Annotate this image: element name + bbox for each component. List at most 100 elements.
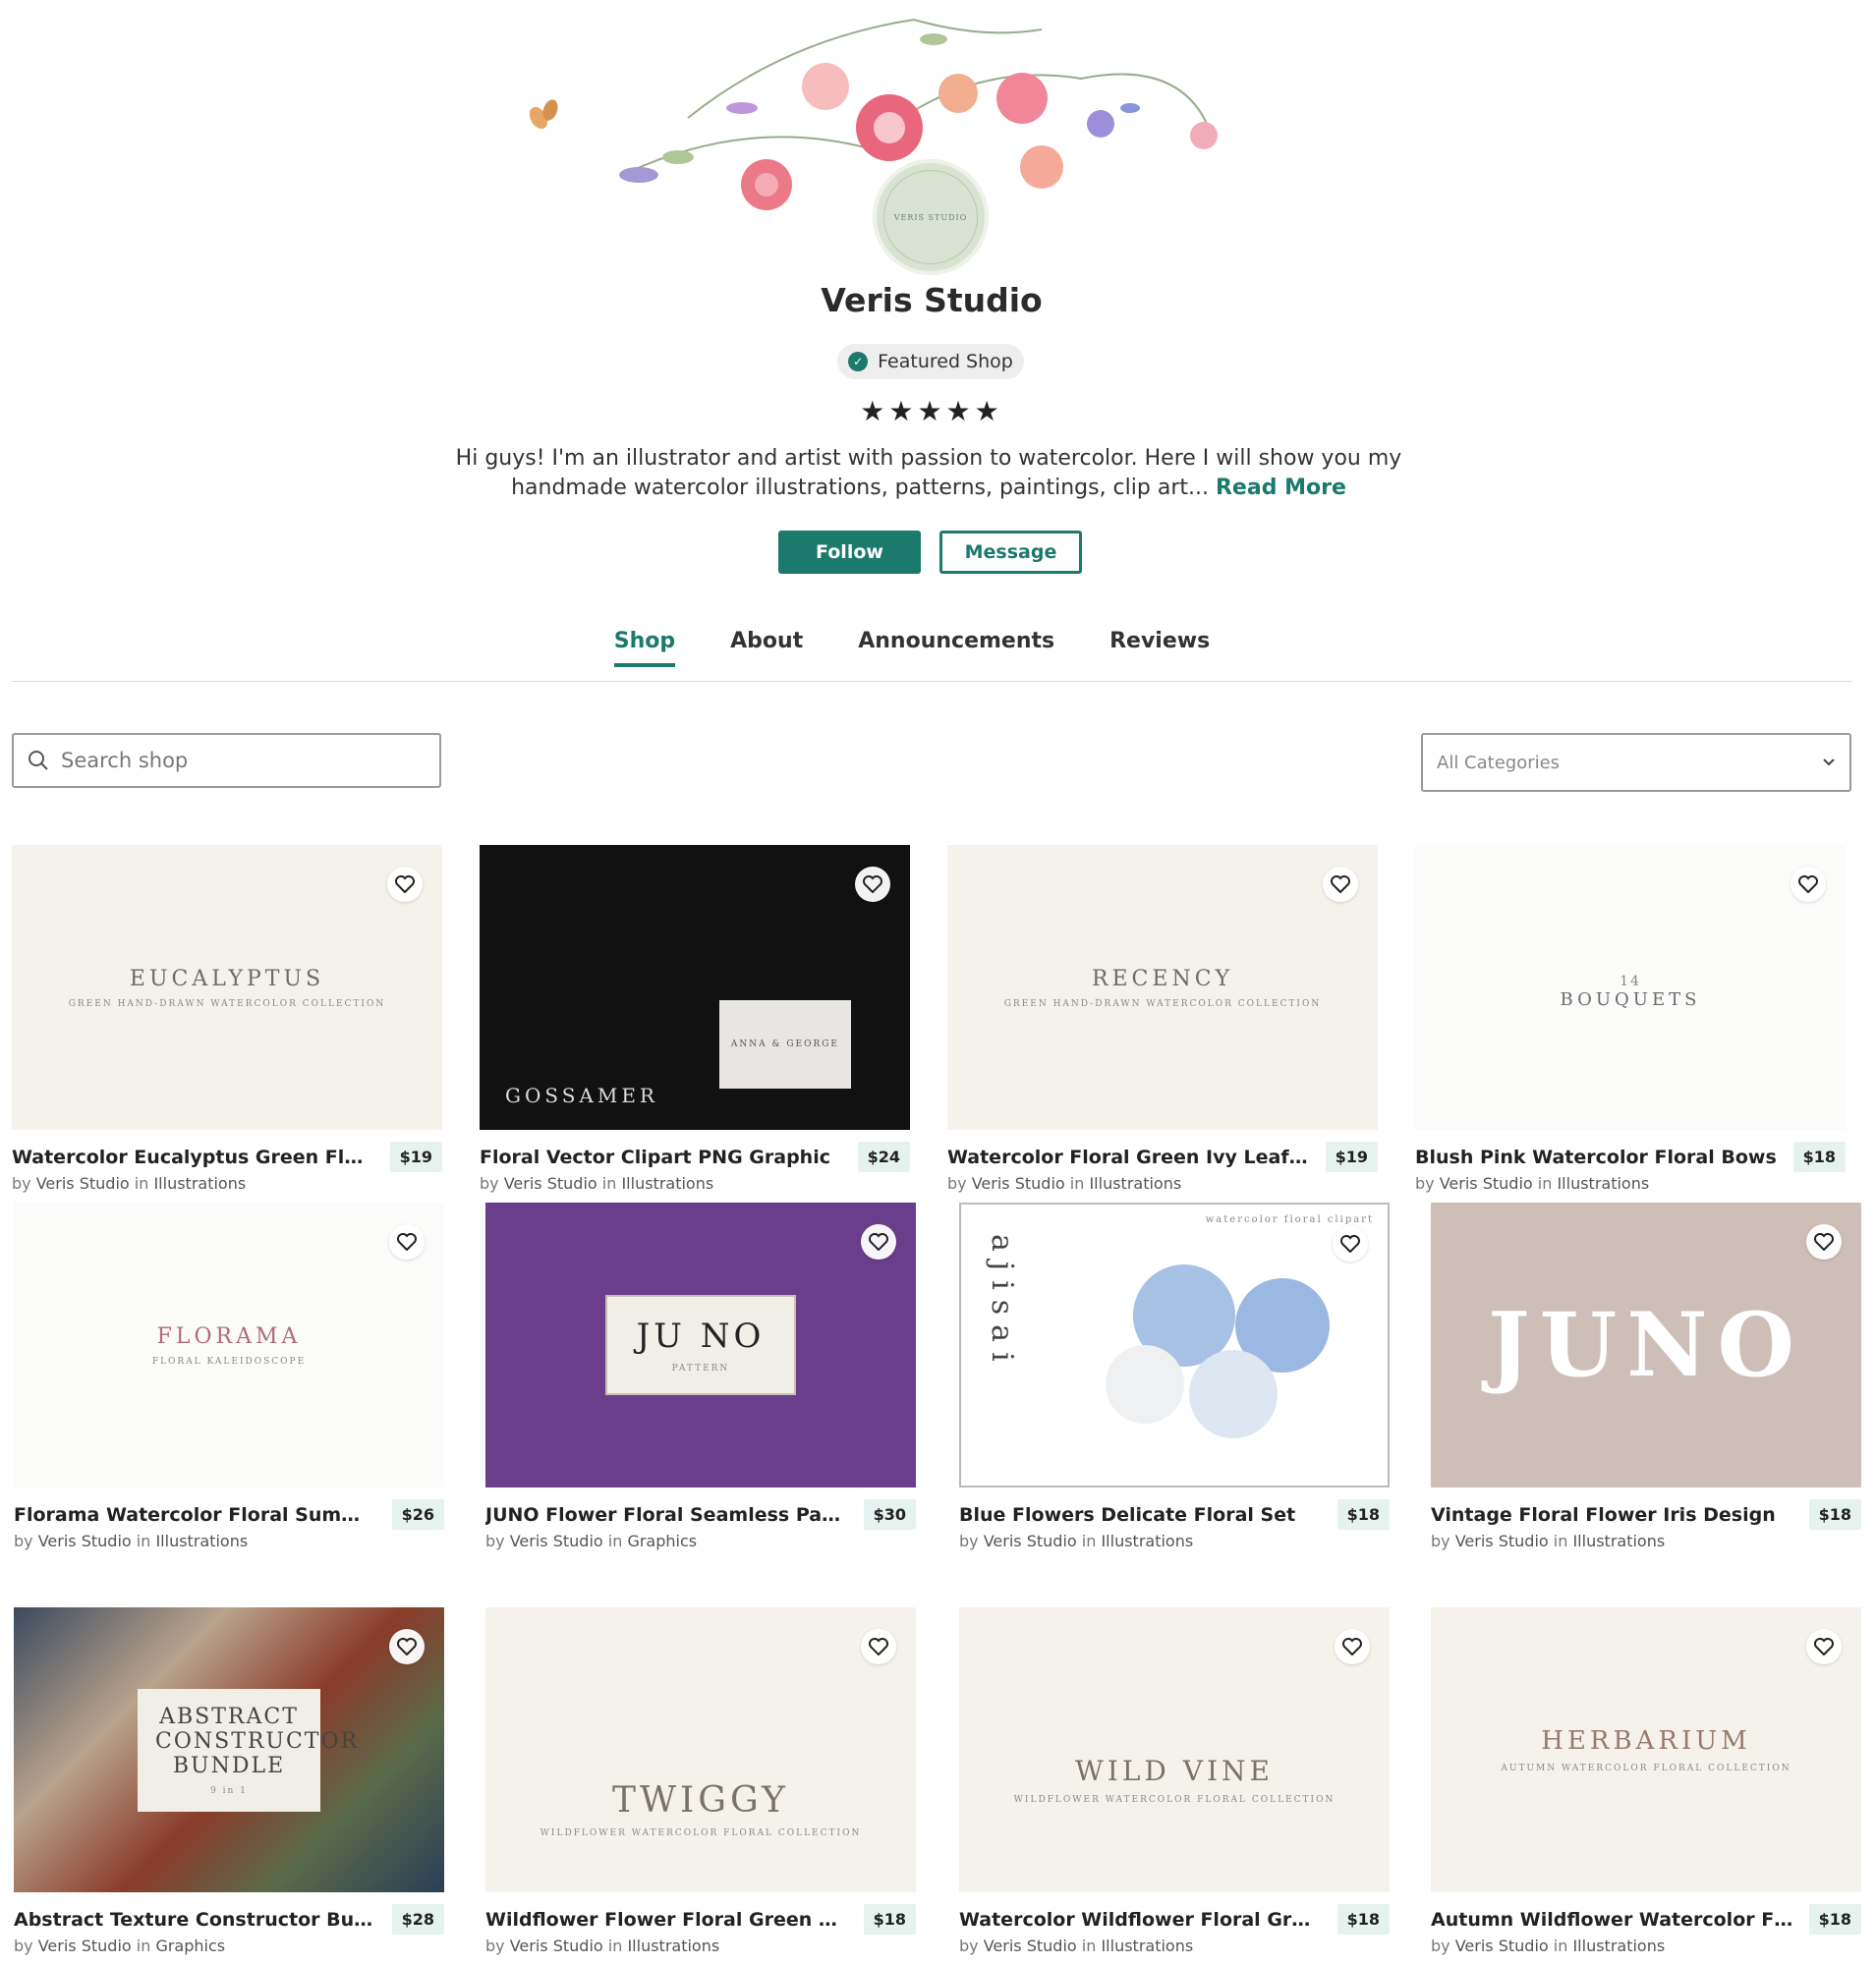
product-image[interactable]: HERBARIUM AUTUMN WATERCOLOR FLORAL COLLE… [1431,1607,1861,1892]
tab-shop[interactable]: Shop [613,629,676,667]
product-title[interactable]: Vintage Floral Flower Iris Design [1431,1504,1776,1526]
product-meta: by Veris Studio in Graphics [485,1532,916,1550]
shop-avatar[interactable]: VERIS STUDIO [873,159,989,275]
product-card[interactable]: JU NO PATTERN JUNO Flower Floral Seamles… [485,1203,916,1550]
product-author[interactable]: Veris Studio [1455,1532,1549,1550]
product-image[interactable]: ABSTRACT CONSTRUCTOR BUNDLE 9 in 1 [14,1607,444,1892]
favorite-heart-icon[interactable] [1335,1629,1370,1664]
product-card[interactable]: RECENCY GREEN HAND-DRAWN WATERCOLOR COLL… [947,845,1378,1193]
favorite-heart-icon[interactable] [387,867,423,902]
product-author[interactable]: Veris Studio [36,1174,130,1193]
favorite-heart-icon[interactable] [855,867,890,902]
product-category[interactable]: Illustrations [153,1174,246,1193]
product-price: $30 [863,1499,916,1530]
favorite-heart-icon[interactable] [1791,867,1826,902]
product-card[interactable]: FLORAMA FLORAL KALEIDOSCOPE Florama Wate… [14,1203,444,1550]
follow-button[interactable]: Follow [778,531,921,574]
product-author[interactable]: Veris Studio [510,1937,603,1955]
rating-stars[interactable]: ★★★★★ [0,395,1863,427]
category-select[interactable]: All Categories [1421,733,1851,792]
product-price: $18 [1792,1142,1846,1172]
product-card[interactable]: JUNO Vintage Floral Flower Iris Design $… [1431,1203,1861,1550]
product-title[interactable]: Wildflower Flower Floral Green Set [485,1909,849,1931]
product-image[interactable]: 14 BOUQUETS [1415,845,1846,1130]
product-author[interactable]: Veris Studio [1455,1937,1549,1955]
favorite-heart-icon[interactable] [1323,867,1358,902]
product-title[interactable]: Blue Flowers Delicate Floral Set [959,1504,1295,1526]
product-image[interactable]: FLORAMA FLORAL KALEIDOSCOPE [14,1203,444,1488]
search-box[interactable] [12,733,441,788]
tab-announcements[interactable]: Announcements [858,629,1054,667]
product-category[interactable]: Illustrations [1101,1937,1193,1955]
read-more-link[interactable]: Read More [1216,476,1346,500]
product-image-subtitle: GREEN HAND-DRAWN WATERCOLOR COLLECTION [68,998,386,1009]
product-author[interactable]: Veris Studio [504,1174,597,1193]
product-card[interactable]: GOSSAMER ANNA & GEORGE Floral Vector Cli… [480,845,910,1193]
product-category[interactable]: Illustrations [1089,1174,1181,1193]
product-card[interactable]: ABSTRACT CONSTRUCTOR BUNDLE 9 in 1 Abstr… [14,1607,444,1955]
product-title[interactable]: JUNO Flower Floral Seamless Pattern [485,1504,849,1526]
product-title[interactable]: Floral Vector Clipart PNG Graphic [480,1147,830,1168]
message-button[interactable]: Message [939,531,1082,574]
hydrangea-illustration [1106,1264,1330,1438]
search-input[interactable] [61,749,415,772]
product-author[interactable]: Veris Studio [972,1174,1065,1193]
product-category[interactable]: Illustrations [627,1937,719,1955]
product-price: $18 [1336,1499,1390,1530]
product-category[interactable]: Illustrations [1557,1174,1649,1193]
by-label: by [947,1174,967,1193]
product-category[interactable]: Graphics [155,1937,225,1955]
product-card[interactable]: EUCALYPTUS GREEN HAND-DRAWN WATERCOLOR C… [12,845,442,1193]
product-author[interactable]: Veris Studio [510,1532,603,1550]
product-author[interactable]: Veris Studio [984,1937,1077,1955]
product-image[interactable]: GOSSAMER ANNA & GEORGE [480,845,910,1130]
product-card[interactable]: 14 BOUQUETS Blush Pink Watercolor Floral… [1415,845,1846,1193]
product-card[interactable]: HERBARIUM AUTUMN WATERCOLOR FLORAL COLLE… [1431,1607,1861,1955]
tab-reviews[interactable]: Reviews [1109,629,1210,667]
product-image[interactable]: JU NO PATTERN [485,1203,916,1488]
product-title[interactable]: Autumn Wildflower Watercolor Floral [1431,1909,1794,1931]
in-label: in [607,1532,623,1550]
product-card[interactable]: TWIGGY WILDFLOWER WATERCOLOR FLORAL COLL… [485,1607,916,1955]
product-title[interactable]: Abstract Texture Constructor Bundle [14,1909,377,1931]
product-image[interactable]: RECENCY GREEN HAND-DRAWN WATERCOLOR COLL… [947,845,1378,1130]
product-category[interactable]: Illustrations [1572,1532,1665,1550]
product-category[interactable]: Illustrations [1101,1532,1193,1550]
product-author[interactable]: Veris Studio [1440,1174,1533,1193]
product-author[interactable]: Veris Studio [38,1532,132,1550]
product-title[interactable]: Blush Pink Watercolor Floral Bows [1415,1147,1777,1168]
product-image-subtitle: ANNA & GEORGE [718,1000,851,1089]
product-image[interactable]: JUNO [1431,1203,1861,1488]
favorite-heart-icon[interactable] [389,1224,425,1260]
product-title[interactable]: Florama Watercolor Floral Summer ... [14,1504,377,1526]
in-label: in [601,1174,617,1193]
tab-about[interactable]: About [730,629,803,667]
product-image[interactable]: TWIGGY WILDFLOWER WATERCOLOR FLORAL COLL… [485,1607,916,1892]
product-category[interactable]: Illustrations [155,1532,248,1550]
product-image-title: JU NO [636,1317,766,1356]
product-image[interactable]: EUCALYPTUS GREEN HAND-DRAWN WATERCOLOR C… [12,845,442,1130]
shop-avatar-text: VERIS STUDIO [883,170,978,264]
product-title[interactable]: Watercolor Wildflower Floral Green [959,1909,1323,1931]
product-card[interactable]: WILD VINE WILDFLOWER WATERCOLOR FLORAL C… [959,1607,1390,1955]
product-image-title: RECENCY [1091,966,1234,991]
product-author[interactable]: Veris Studio [38,1937,132,1955]
product-image[interactable]: WILD VINE WILDFLOWER WATERCOLOR FLORAL C… [959,1607,1390,1892]
favorite-heart-icon[interactable] [1806,1224,1842,1260]
by-label: by [14,1937,33,1955]
favorite-heart-icon[interactable] [861,1629,896,1664]
product-category[interactable]: Illustrations [1572,1937,1665,1955]
product-category[interactable]: Illustrations [621,1174,713,1193]
product-category[interactable]: Graphics [627,1532,697,1550]
favorite-heart-icon[interactable] [1806,1629,1842,1664]
product-title[interactable]: Watercolor Eucalyptus Green Floral [12,1147,375,1168]
product-title[interactable]: Watercolor Floral Green Ivy Leaf Set [947,1147,1311,1168]
product-card[interactable]: watercolor floral clipart ajisai Blue Fl… [959,1203,1390,1550]
favorite-heart-icon[interactable] [389,1629,425,1664]
favorite-heart-icon[interactable] [1333,1226,1368,1262]
product-price: $18 [1808,1499,1861,1530]
product-image[interactable]: watercolor floral clipart ajisai [959,1203,1390,1488]
product-author[interactable]: Veris Studio [984,1532,1077,1550]
favorite-heart-icon[interactable] [861,1224,896,1260]
product-image-subtitle: WILDFLOWER WATERCOLOR FLORAL COLLECTION [540,1827,862,1838]
